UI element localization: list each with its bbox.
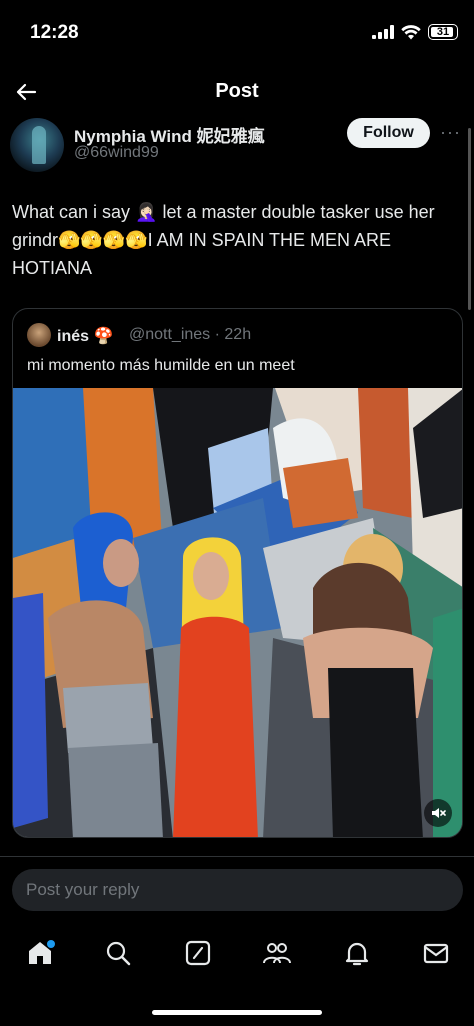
quoted-author-meta: @nott_ines · 22h [129, 326, 252, 343]
scrollbar[interactable] [468, 128, 471, 310]
home-indicator[interactable] [152, 1010, 322, 1015]
bottom-tab-bar [0, 928, 474, 978]
bell-icon [345, 942, 369, 966]
tab-notifications[interactable] [340, 936, 374, 970]
page-title: Post [215, 80, 259, 102]
reply-input[interactable] [12, 869, 463, 911]
tab-messages[interactable] [419, 936, 453, 970]
volume-muted-icon [432, 808, 446, 818]
quoted-post[interactable]: inés 🍄 @nott_ines · 22h mi momento más h… [12, 308, 463, 838]
divider [0, 856, 474, 857]
grok-icon [185, 940, 211, 966]
mail-icon [423, 943, 449, 964]
tab-search[interactable] [101, 936, 135, 970]
reply-bar [12, 869, 463, 911]
follow-button[interactable]: Follow [347, 118, 430, 148]
communities-icon [263, 943, 291, 964]
quoted-author-name: inés 🍄 [57, 328, 114, 345]
more-options-button[interactable]: ··· [440, 122, 461, 143]
author-avatar[interactable] [10, 118, 64, 172]
post-text: What can i say 🤦🏻‍♀️ let a master double… [12, 202, 435, 278]
quoted-author-avatar [27, 323, 51, 347]
battery-level: 31 [436, 26, 450, 38]
status-time: 12:28 [30, 22, 79, 43]
nav-header: Post [0, 64, 474, 120]
status-bar: 12:28 31 [0, 0, 474, 64]
status-icons: 31 [372, 24, 458, 40]
notification-dot [47, 940, 55, 948]
search-icon [106, 941, 131, 966]
tab-communities[interactable] [260, 936, 294, 970]
post-author: Nymphia Wind 妮妃雅瘋 @66wind99 Follow ··· [0, 116, 474, 172]
tab-grok[interactable] [181, 936, 215, 970]
quoted-video[interactable] [13, 388, 462, 837]
author-handle[interactable]: @66wind99 [74, 144, 159, 162]
mute-button[interactable] [424, 799, 452, 827]
battery-icon: 31 [428, 24, 458, 40]
tab-home[interactable] [23, 936, 57, 970]
quoted-text: mi momento más humilde en un meet [27, 357, 295, 374]
wifi-icon [401, 24, 421, 39]
video-frame [13, 388, 462, 837]
cellular-signal-icon [372, 25, 394, 39]
